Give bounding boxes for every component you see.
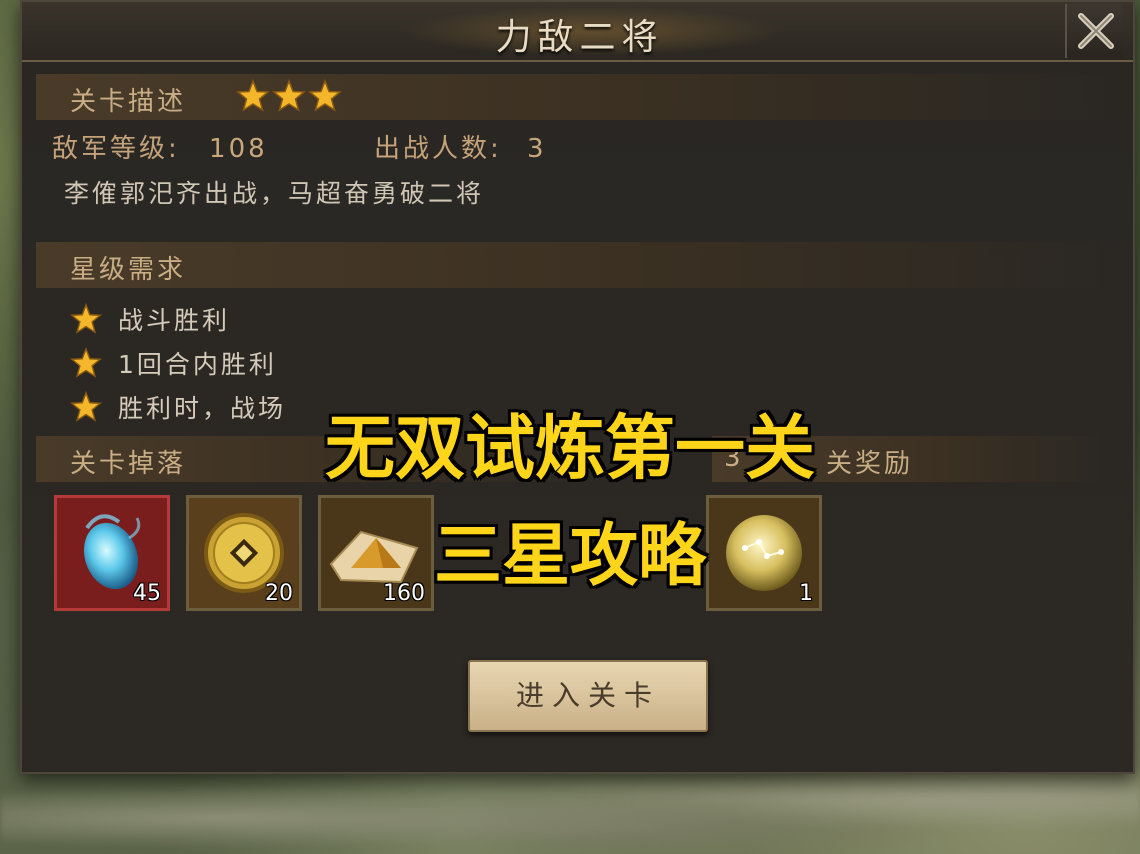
star-icon (70, 347, 102, 378)
requirement-item: 战斗胜利 (70, 299, 230, 339)
section-title-description: 关卡描述 (70, 87, 187, 117)
star-icon (272, 79, 306, 112)
section-star-requirements: 星级需求 (36, 242, 1116, 288)
overlay-caption-line1: 无双试炼第一关 (325, 407, 815, 489)
section-stage-description: 关卡描述 (36, 74, 1116, 120)
background-terrain (0, 764, 1140, 854)
enter-stage-button[interactable]: 进入关卡 (468, 660, 708, 732)
enemy-level-value: 108 (209, 134, 268, 164)
overlay-caption-line2: 三星攻略 (433, 517, 706, 596)
close-icon (1078, 13, 1114, 49)
stage-star-rating (236, 79, 342, 113)
star-icon (236, 79, 270, 112)
battle-count-label: 出战人数: (374, 134, 502, 164)
star-icon (70, 303, 102, 334)
dialog-title-bar: 力敌二将 (22, 2, 1133, 62)
stage-description-text: 李傕郭汜齐出战，马超奋勇破二将 (64, 179, 485, 208)
battle-count-value: 3 (527, 134, 547, 164)
stage-dialog: 力敌二将 关卡描述 敌军等级: 108 出战人数: 3 李傕郭汜齐出战，马超奋勇… (20, 0, 1135, 774)
battle-count: 出战人数: 3 (374, 128, 547, 165)
requirement-label: 战斗胜利 (118, 306, 231, 335)
star-icon (308, 79, 342, 112)
requirement-item: 1回合内胜利 (70, 343, 277, 383)
close-button[interactable] (1065, 4, 1123, 58)
section-title-requirements: 星级需求 (70, 255, 187, 285)
requirement-label: 1回合内胜利 (118, 350, 277, 379)
enemy-level-label: 敌军等级: (52, 134, 180, 164)
enemy-level: 敌军等级: 108 (52, 128, 268, 165)
dialog-title: 力敌二将 (495, 17, 664, 58)
